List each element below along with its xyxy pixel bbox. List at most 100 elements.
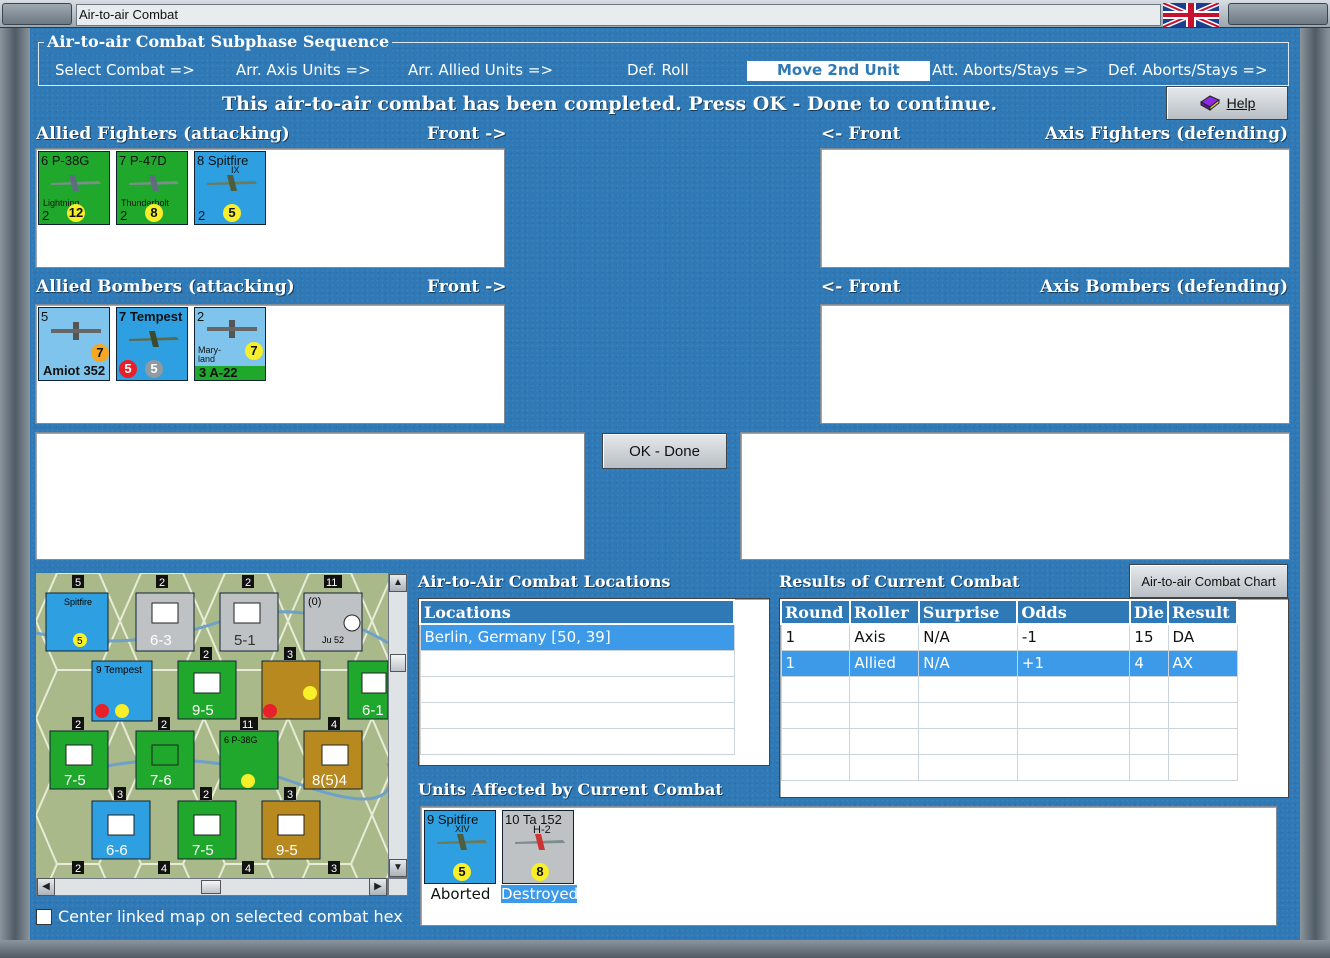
axis-bombers-front: <- Front [821,277,901,297]
step-def-roll: Def. Roll [627,61,689,79]
bomber-plane-icon [51,322,101,340]
counter-factor: 8 [531,863,549,881]
fighter-plane-icon [51,175,101,191]
counter-a-22[interactable]: 2 Mary-land 7 3 A-22 [194,307,266,381]
counter-label: 2 [197,309,205,324]
counter-p-47d[interactable]: 7 P-47D Thunderbolt 2 8 [116,151,188,225]
axis-info-box [740,432,1290,560]
svg-text:5-1: 5-1 [234,632,256,649]
air-combat-chart-button[interactable]: Air-to-air Combat Chart [1129,564,1288,598]
col-die[interactable]: Die [1128,599,1170,625]
counter-label: 7 Tempest [119,309,183,324]
results-list[interactable]: Round Roller Surprise Odds Die Result 1 … [779,598,1289,798]
map-vscroll-thumb[interactable] [390,654,406,672]
results-section-label: Results of Current Combat [779,572,1020,591]
axis-fighters-front: <- Front [821,124,901,144]
affected-status-destroyed: Destroyed [501,885,579,903]
map-horizontal-scrollbar[interactable]: ◀ ▶ [36,878,388,896]
counter-name: Amiot 352 [43,363,106,378]
counter-p-38g[interactable]: 6 P-38G Lightning 2 12 [38,151,110,225]
svg-text:7-6: 7-6 [150,772,172,789]
counter-range: 2 [198,208,206,223]
map-counter-7-6: 7-6 [135,730,195,790]
cell: 1 [780,623,851,651]
table-row[interactable] [780,701,1238,729]
window-controls[interactable] [1228,3,1328,25]
fighter-plane-icon [129,331,179,347]
counter-amiot-352[interactable]: 5 7 Amiot 352 [38,307,110,381]
fighter-plane-icon [437,834,487,850]
linked-map[interactable]: Spitfire 5 6-3 5-1 (0) Ju 52 9 Tempest 9-5… [36,573,388,878]
counter-tempest[interactable]: 7 Tempest 5 5 [116,307,188,381]
axis-bombers-label: Axis Bombers (defending) [1040,277,1288,297]
svg-text:2: 2 [161,719,167,731]
help-button[interactable]: Help [1166,86,1288,120]
locations-section-label: Air-to-Air Combat Locations [418,572,671,591]
counter-spitfire-ix[interactable]: 8 Spitfire IX 2 5 [194,151,266,225]
counter-factor: 12 [67,204,85,222]
fighter-plane-icon [207,175,257,191]
allied-fighters-front: Front -> [427,124,507,144]
counter-factor: 7 [91,344,109,362]
scroll-left-icon[interactable]: ◀ [37,878,55,896]
table-row[interactable] [419,727,735,755]
counter-sublabel: Thunderbolt [121,198,170,208]
locations-header[interactable]: Locations [419,599,735,625]
locations-table: Locations Berlin, Germany [50, 39] [419,599,735,755]
table-row[interactable]: 1 Axis N/A -1 15 DA [780,623,1238,651]
counter-label: 7 P-47D [119,153,167,168]
table-row[interactable] [419,675,735,703]
affected-counter-spitfire[interactable]: 9 Spitfire XIV 5 [424,810,496,884]
counter-factor: 5 [453,863,471,881]
frame-right-border [1300,28,1330,958]
cell: 15 [1129,623,1169,651]
center-map-checkbox[interactable] [36,909,52,925]
axis-fighters-box[interactable] [820,148,1290,268]
affected-counter-ta152[interactable]: 10 Ta 152 H-2 8 [502,810,574,884]
map-counter-7-5: 7-5 [49,730,109,790]
table-row[interactable] [780,727,1238,755]
scroll-up-icon[interactable]: ▲ [389,574,407,592]
map-hscroll-thumb[interactable] [201,880,221,894]
svg-text:7-5: 7-5 [64,772,86,789]
svg-text:6-6: 6-6 [106,842,128,859]
table-row[interactable] [419,649,735,677]
col-round[interactable]: Round [780,599,851,625]
svg-text:6-1: 6-1 [362,702,384,719]
fighter-plane-icon [515,834,565,850]
table-row[interactable]: Berlin, Germany [50, 39] [419,623,735,651]
table-row[interactable] [419,701,735,729]
svg-text:5: 5 [77,636,83,647]
title-bar[interactable]: Air-to-air Combat [0,0,1330,28]
col-result[interactable]: Result [1167,599,1238,625]
center-map-label[interactable]: Center linked map on selected combat hex [58,907,403,926]
scroll-down-icon[interactable]: ▼ [389,859,407,877]
counter-range: 2 [42,208,50,223]
locations-list[interactable]: Locations Berlin, Germany [50, 39] [418,598,770,766]
union-jack-icon [1163,3,1219,27]
axis-bombers-box[interactable] [820,304,1290,424]
table-row[interactable] [780,675,1238,703]
cell: Allied [849,649,920,677]
svg-text:3: 3 [287,789,293,801]
map-counter-7-5b: 7-5 [177,800,237,860]
ok-done-button[interactable]: OK - Done [602,433,727,469]
map-counter-6-6: 6-6 [91,800,151,860]
step-att-aborts: Att. Aborts/Stays => [932,61,1089,79]
map-counter-tempest: 9 Tempest [91,660,153,722]
table-row[interactable] [780,753,1238,781]
axis-fighters-label: Axis Fighters (defending) [1044,124,1288,144]
col-odds[interactable]: Odds [1016,599,1131,625]
step-arrange-allied: Arr. Allied Units => [408,61,554,79]
scroll-right-icon[interactable]: ▶ [369,878,387,896]
hex-map: Spitfire 5 6-3 5-1 (0) Ju 52 9 Tempest 9-5… [36,573,388,878]
counter-factor-a: 5 [119,360,137,378]
window-menu-icon[interactable] [2,3,72,25]
col-roller[interactable]: Roller [848,599,920,625]
table-row[interactable]: 1 Allied N/A +1 4 AX [780,649,1238,677]
frame-bottom-border [0,940,1330,958]
col-surprise[interactable]: Surprise [917,599,1019,625]
svg-text:6-3: 6-3 [150,632,172,649]
svg-text:2: 2 [245,577,251,589]
map-vertical-scrollbar[interactable]: ▲ ▼ [388,573,408,878]
